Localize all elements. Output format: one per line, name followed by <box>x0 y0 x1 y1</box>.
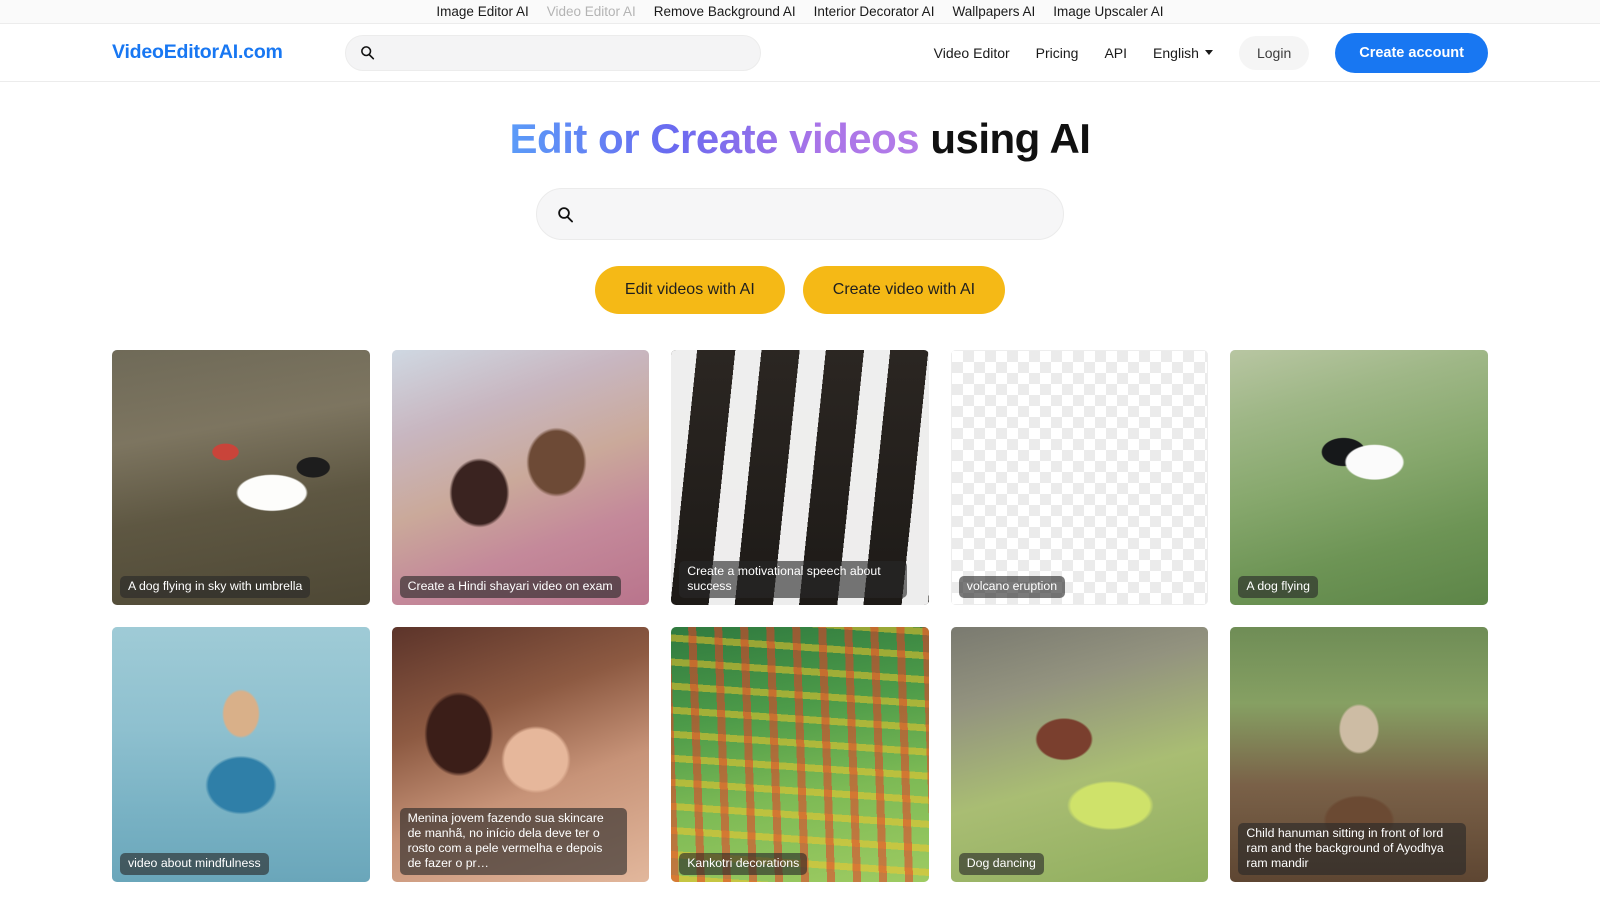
gallery-card[interactable]: Dog dancing <box>950 627 1209 883</box>
gallery-grid: A dog flying in sky with umbrella Create … <box>0 350 1600 900</box>
nav-link-pricing[interactable]: Pricing <box>1036 45 1079 61</box>
page-title: Edit or Create videos using AI <box>0 115 1600 162</box>
gallery-card[interactable]: A dog flying <box>1230 350 1488 606</box>
gallery-card-caption: volcano eruption <box>958 576 1066 599</box>
gallery-card-caption: Kankotri decorations <box>679 853 808 876</box>
utility-link-interior-decorator-ai[interactable]: Interior Decorator AI <box>814 4 935 19</box>
chevron-down-icon <box>1204 50 1213 55</box>
search-icon <box>558 206 573 223</box>
gallery-card[interactable]: Menina jovem fazendo sua skincare de man… <box>391 627 650 883</box>
utility-bar: Image Editor AI Video Editor AI Remove Bac… <box>0 0 1600 24</box>
gallery-card[interactable]: Kankotri decorations <box>671 627 929 883</box>
gallery-card[interactable]: Create a motivational speech about succe… <box>671 350 929 606</box>
gallery-card-image <box>671 627 929 883</box>
language-label: English <box>1153 44 1199 61</box>
nav-link-video-editor[interactable]: Video Editor <box>934 45 1010 61</box>
site-header: VideoEditorAI.com Video Editor Pricing API… <box>0 24 1600 82</box>
gallery-card-image <box>112 627 370 883</box>
nav-link-api[interactable]: API <box>1104 45 1127 61</box>
gallery-card-image <box>391 350 650 606</box>
gallery-card-caption: video about mindfulness <box>120 853 269 876</box>
gallery-card-image <box>950 350 1209 606</box>
page-title-gradient: Edit or Create videos <box>509 115 920 162</box>
gallery-card-image <box>112 350 370 606</box>
create-video-with-ai-button[interactable]: Create video with AI <box>802 266 1006 315</box>
gallery-card-caption: Create a Hindi shayari video on exam <box>399 576 621 599</box>
utility-link-video-editor-ai: Video Editor AI <box>546 4 636 19</box>
gallery-card[interactable]: video about mindfulness <box>112 627 370 883</box>
gallery-card-image <box>950 627 1209 883</box>
utility-link-wallpapers-ai[interactable]: Wallpapers AI <box>952 4 1035 19</box>
page-title-plain: using AI <box>919 115 1091 162</box>
hero-search[interactable] <box>536 188 1064 241</box>
gallery-card[interactable]: A dog flying in sky with umbrella <box>112 350 370 606</box>
header-search[interactable] <box>344 34 761 71</box>
gallery-card-caption: Create a motivational speech about succe… <box>679 561 907 599</box>
gallery-card[interactable]: volcano eruption <box>950 350 1209 606</box>
edit-videos-with-ai-button[interactable]: Edit videos with AI <box>594 266 785 315</box>
login-button[interactable]: Login <box>1238 35 1310 70</box>
gallery-card[interactable]: Create a Hindi shayari video on exam <box>391 350 650 606</box>
gallery-card[interactable]: Child hanuman sitting in front of lord r… <box>1230 627 1488 883</box>
hero-section: Edit or Create videos using AI Edit vide… <box>0 82 1600 315</box>
header-search-input[interactable] <box>382 44 746 61</box>
utility-link-image-upscaler-ai[interactable]: Image Upscaler AI <box>1053 4 1163 19</box>
utility-link-image-editor-ai[interactable]: Image Editor AI <box>436 4 528 19</box>
gallery-card-caption: Menina jovem fazendo sua skincare de man… <box>399 808 628 876</box>
search-icon <box>360 46 374 60</box>
site-logo[interactable]: VideoEditorAI.com <box>112 41 283 64</box>
gallery-card-caption: A dog flying in sky with umbrella <box>120 576 311 599</box>
cta-row: Edit videos with AI Create video with AI <box>0 266 1600 315</box>
utility-link-remove-background-ai[interactable]: Remove Background AI <box>654 4 796 19</box>
language-selector[interactable]: English <box>1153 45 1213 61</box>
gallery-card-caption: Child hanuman sitting in front of lord r… <box>1238 823 1466 876</box>
header-nav: Video Editor Pricing API English Login Cre… <box>934 32 1488 73</box>
gallery-card-caption: A dog flying <box>1238 576 1318 599</box>
create-account-button[interactable]: Create account <box>1335 32 1488 73</box>
hero-search-input[interactable] <box>586 205 1043 223</box>
gallery-card-image <box>1230 350 1488 606</box>
gallery-card-caption: Dog dancing <box>958 853 1044 876</box>
